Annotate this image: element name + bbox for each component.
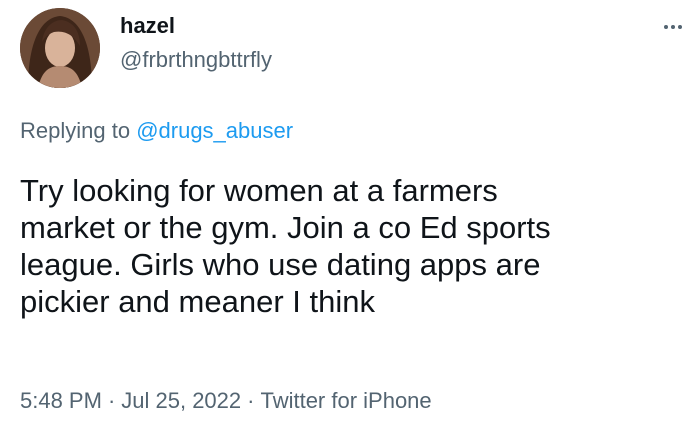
reply-prefix: Replying to — [20, 118, 137, 143]
more-horizontal-icon — [664, 25, 668, 29]
more-options-button[interactable] — [658, 14, 688, 40]
meta-separator: · — [247, 388, 255, 413]
reply-mention-link[interactable]: @drugs_abuser — [136, 118, 293, 143]
more-horizontal-icon-dot — [671, 25, 675, 29]
more-horizontal-icon-dot — [678, 25, 682, 29]
tweet-meta: 5:48 PM · Jul 25, 2022 · Twitter for iPhone — [20, 387, 432, 415]
reply-context: Replying to @drugs_abuser — [20, 117, 293, 145]
tweet-source[interactable]: Twitter for iPhone — [260, 388, 431, 413]
tweet-text: Try looking for women at a farmers marke… — [20, 173, 551, 319]
tweet-date[interactable]: Jul 25, 2022 — [121, 388, 241, 413]
tweet-card: hazel @frbrthngbttrfly Replying to @drug… — [0, 0, 700, 440]
author-handle[interactable]: @frbrthngbttrfly — [120, 46, 272, 74]
profile-photo-icon — [20, 8, 100, 88]
author-display-name[interactable]: hazel — [120, 12, 175, 40]
meta-separator: · — [107, 388, 116, 413]
tweet-time[interactable]: 5:48 PM — [20, 388, 102, 413]
avatar[interactable] — [20, 8, 100, 88]
